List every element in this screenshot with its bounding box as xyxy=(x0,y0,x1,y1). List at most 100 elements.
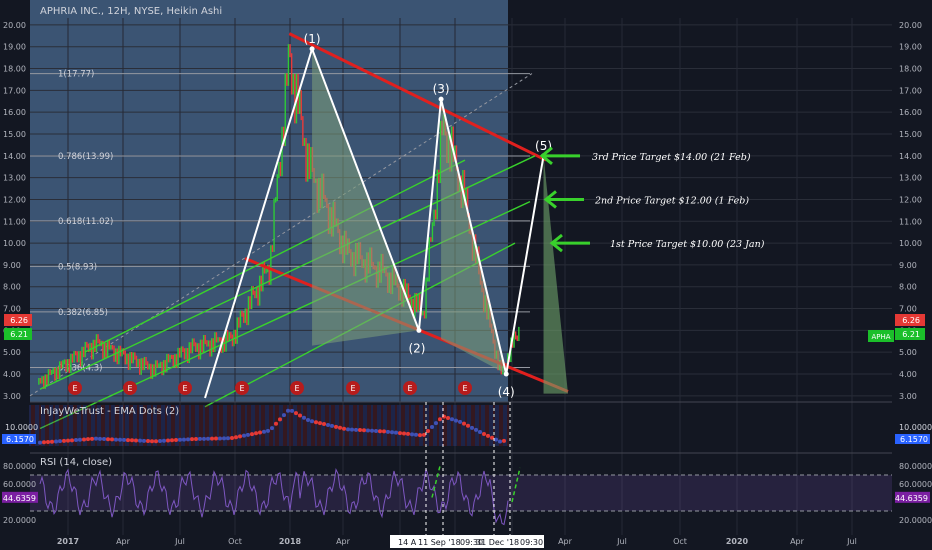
ema-dot xyxy=(494,437,498,442)
ema-dot xyxy=(382,429,386,434)
ema-dot xyxy=(434,421,438,426)
ema-dot xyxy=(226,436,230,441)
rsi-value-right: 44.6359 xyxy=(895,494,928,503)
ema-dot xyxy=(394,430,398,435)
left-price-tick-11: 9.00 xyxy=(3,261,21,270)
earnings-label-6: E xyxy=(407,384,412,393)
ema-dot xyxy=(358,428,362,433)
left-price-tick-2: 18.00 xyxy=(3,65,26,74)
ema-dot xyxy=(162,438,166,443)
ema-dot xyxy=(402,431,406,436)
ema-dot xyxy=(462,421,466,426)
ema-dot xyxy=(274,421,278,426)
ema-dot xyxy=(174,438,178,443)
ema-dot xyxy=(286,408,290,413)
earnings-label-7: E xyxy=(462,384,467,393)
ema-dot xyxy=(410,432,414,437)
ema-dot xyxy=(58,439,62,444)
time-label-3: 31 Dec '18 xyxy=(476,538,519,547)
ema-dot xyxy=(218,436,222,441)
ema-dot xyxy=(234,435,238,440)
ema-dot xyxy=(238,434,242,439)
ema-dot xyxy=(334,424,338,429)
ema-dot xyxy=(306,418,310,423)
ema-dot xyxy=(170,438,174,443)
ema-dot xyxy=(350,427,354,432)
rsi-value-left: 44.6359 xyxy=(3,494,36,503)
ema-dot xyxy=(466,423,470,428)
ema-dot xyxy=(418,433,422,438)
ema-dot xyxy=(146,439,150,444)
ema-dot xyxy=(294,411,298,416)
rsi-tick-right-1: 60.0000 xyxy=(899,480,932,489)
right-price-tick-10: 10.00 xyxy=(899,239,922,248)
price-target-1: 3rd Price Target $14.00 (21 Feb) xyxy=(592,152,751,163)
right-price-tick-8: 12.00 xyxy=(899,195,922,204)
ema-dot xyxy=(470,425,474,430)
rsi-tick-right-0: 80.0000 xyxy=(899,462,932,471)
ema-dot xyxy=(130,438,134,443)
ema-dot xyxy=(38,440,42,445)
rsi-tick-left-1: 60.0000 xyxy=(3,480,36,489)
right-price-tick-15: 5.00 xyxy=(899,348,917,357)
left-price-tick-10: 10.00 xyxy=(3,239,26,248)
ema-dot xyxy=(82,437,86,442)
time-label-0: 14 A xyxy=(398,538,417,547)
right-badge-text-1: 6.21 xyxy=(902,330,920,339)
fib-label-4: 0.382(6.85) xyxy=(58,308,108,318)
time-tick-13: Apr xyxy=(790,537,805,546)
ema-dot xyxy=(206,436,210,441)
time-tick-10: Jul xyxy=(616,537,627,546)
right-price-tick-12: 8.00 xyxy=(899,283,917,292)
ema-dot xyxy=(262,429,266,434)
ema-dot xyxy=(106,437,110,442)
ema-dot xyxy=(474,427,478,432)
ema-dot xyxy=(42,440,46,445)
ema-dot xyxy=(118,437,122,442)
ema-dot xyxy=(322,422,326,427)
ema-dot xyxy=(254,431,258,436)
left-price-tick-1: 19.00 xyxy=(3,43,26,52)
ema-dot xyxy=(266,428,270,433)
ema-dot xyxy=(426,428,430,433)
ema-dot xyxy=(142,438,146,443)
left-price-tick-3: 17.00 xyxy=(3,86,26,95)
ema-dot xyxy=(86,437,90,442)
ema-dot xyxy=(430,425,434,430)
ema-dot xyxy=(458,419,462,424)
ema-dot xyxy=(198,436,202,441)
ema-dot xyxy=(278,417,282,422)
time-tick-0: 2017 xyxy=(57,537,79,546)
ema-dot xyxy=(498,439,502,444)
wave-label-1: (1) xyxy=(304,32,321,46)
ema-dot xyxy=(298,413,302,418)
ema-dot xyxy=(342,426,346,431)
ema-dot xyxy=(178,437,182,442)
ema-dot xyxy=(326,422,330,427)
wave-point-2 xyxy=(416,327,422,333)
time-label-1: 11 Sep '18 xyxy=(418,538,461,547)
earnings-label-3: E xyxy=(239,384,244,393)
ema-dot xyxy=(46,440,50,445)
left-price-tick-4: 16.00 xyxy=(3,108,26,117)
ema-dot xyxy=(242,433,246,438)
ema-level-right: 10.0000 xyxy=(899,423,932,432)
ema-dot xyxy=(310,419,314,424)
ema-dot xyxy=(370,428,374,433)
ema-level-left: 10.0000 xyxy=(5,423,38,432)
ema-dot xyxy=(366,428,370,433)
chart-canvas[interactable]: 20.00 20.00 19.00 19.00 18.00 18.00 17.00 17.00… xyxy=(0,0,932,550)
time-tick-2: Jul xyxy=(174,537,185,546)
ema-dot xyxy=(114,437,118,442)
wave-point-4 xyxy=(503,371,509,377)
left-badge-text-0: 6.26 xyxy=(10,316,28,325)
ema-dot xyxy=(502,438,506,443)
ema-dot xyxy=(166,438,170,443)
ema-dot xyxy=(154,439,158,444)
time-tick-12: 2020 xyxy=(726,537,749,546)
time-tick-4: 2018 xyxy=(279,537,302,546)
ema-indicator-title: InJayWeTrust - EMA Dots (2) xyxy=(40,406,180,417)
ema-dot xyxy=(390,430,394,435)
ema-dot xyxy=(422,432,426,437)
ema-dot xyxy=(290,408,294,413)
